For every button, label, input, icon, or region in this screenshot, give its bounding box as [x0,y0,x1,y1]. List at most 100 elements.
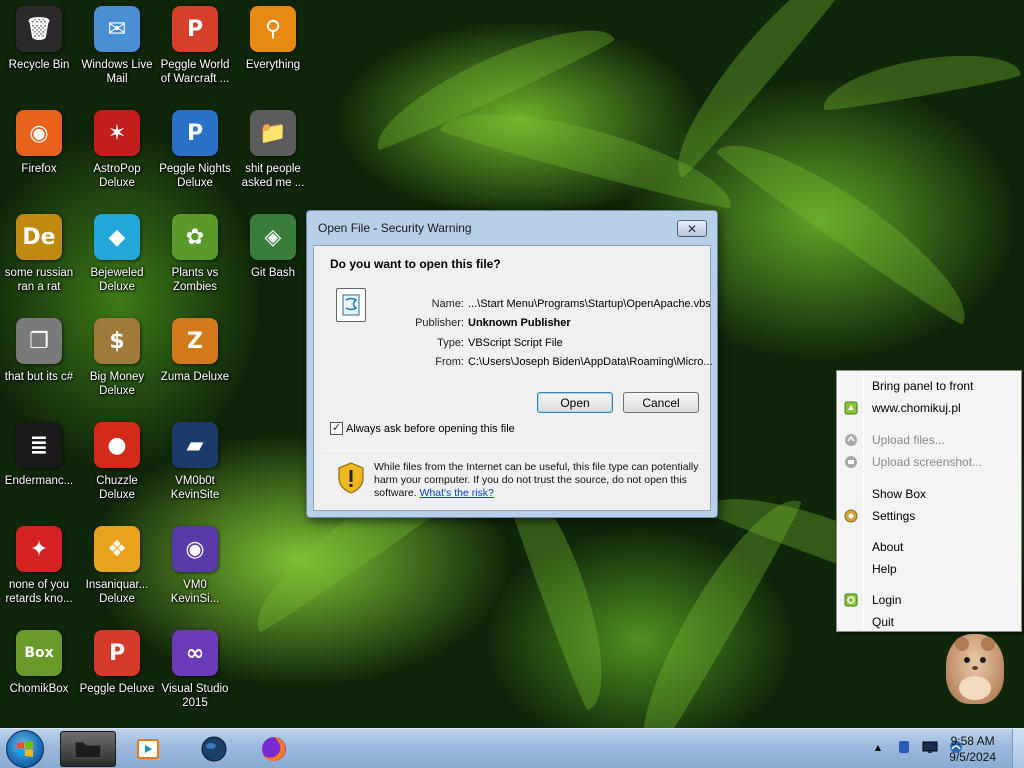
desktop-icon[interactable]: ⚲ Everything [234,2,312,98]
recycle-bin-icon: 🗑 [16,6,62,52]
menu-item-help[interactable]: Help [839,558,1019,580]
bejeweled-icon: ◆ [94,214,140,260]
desktop-icon[interactable]: ∞ Visual Studio 2015 [156,626,234,722]
desktop-icon[interactable]: ❖ Insaniquar... Deluxe [78,522,156,618]
desktop-icon-label: none of you retards kno... [5,579,73,605]
desktop-icon[interactable]: ✶ AstroPop Deluxe [78,106,156,202]
taskbar: ▲ 9:58 AM 9/5/2024 [0,728,1024,768]
cancel-button[interactable]: Cancel [623,392,699,413]
peggle-wow-icon: P [172,6,218,52]
always-ask-checkbox[interactable]: ✓ [330,422,343,435]
close-icon: ✕ [686,221,698,236]
desktop-icon[interactable]: ≣ Endermanc... [0,418,78,514]
whats-the-risk-link[interactable]: What's the risk? [420,487,494,499]
taskbar-globe[interactable] [186,731,242,767]
desktop-icon-label: some russian ran a rat [4,267,74,293]
taskbar-firefox[interactable] [246,731,302,767]
start-button[interactable] [6,730,44,768]
desktop-icon[interactable]: ✦ none of you retards kno... [0,522,78,618]
menu-item-label: www.chomikuj.pl [872,401,961,415]
peggle-deluxe-icon: P [94,630,140,676]
menu-item-label: Quit [872,615,895,629]
menu-item-label: About [872,540,904,554]
login-icon [843,592,859,608]
show-desktop-button[interactable] [1012,729,1024,768]
settings-gear-icon [843,508,859,524]
desktop-icon-label: Peggle Deluxe [79,683,155,695]
desktop-icon[interactable]: ▰ VM0b0t KevinSite [156,418,234,514]
desktop-icon[interactable]: 🗑 Recycle Bin [0,2,78,98]
desktop-icon-label: Bejeweled Deluxe [90,267,144,293]
menu-item-bring-panel-to-front[interactable]: Bring panel to front [839,375,1019,397]
desktop-icon[interactable]: P Peggle Deluxe [78,626,156,722]
tray-expand-arrow-icon[interactable]: ▲ [870,739,886,755]
firefox-file-icon: ◉ [172,526,218,572]
desktop-icon[interactable]: Z Zuma Deluxe [156,314,234,410]
desktop-icon-label: Visual Studio 2015 [161,683,229,709]
desktop-icon[interactable]: P Peggle World of Warcraft ... [156,2,234,98]
tray-monitor-icon[interactable] [922,739,938,755]
menu-item-settings[interactable]: Settings [839,505,1019,527]
warning-text: While files from the Internet can be use… [374,461,704,500]
terminal-icon: ≣ [16,422,62,468]
dialog-title: Open File - Security Warning [318,221,472,235]
desktop-icon-label: Peggle World of Warcraft ... [160,59,230,85]
dialog-body: Do you want to open this file? Name: ...… [313,245,714,511]
menu-item-upload-files: Upload files... [839,429,1019,451]
taskbar-media-player[interactable] [120,731,176,767]
menu-item-label: Bring panel to front [872,379,974,393]
git-bash-icon: ◈ [250,214,296,260]
field-type-key: Type: [437,337,464,349]
field-publisher-row: Publisher: Unknown Publisher [354,317,714,333]
field-type-row: Type: VBScript Script File [354,337,714,353]
desktop-icon[interactable]: De some russian ran a rat [0,210,78,306]
desktop-icon[interactable]: ❐ that but its c# [0,314,78,410]
desktop-icon[interactable]: $ Big Money Deluxe [78,314,156,410]
desktop-icon-label: Endermanc... [4,475,74,487]
field-from-row: From: C:\Users\Joseph Biden\AppData\Roam… [354,356,714,372]
field-from-key: From: [435,356,464,368]
desktop-icon[interactable]: ◉ VM0 KevinSi... [156,522,234,618]
always-ask-row: ✓ Always ask before opening this file [330,422,515,435]
desktop-icon[interactable]: Box ChomikBox [0,626,78,722]
desktop-icon[interactable]: P Peggle Nights Deluxe [156,106,234,202]
folder-icon [74,741,102,759]
menu-item-upload-screenshot: Upload screenshot... [839,451,1019,473]
clock-time: 9:58 AM [950,734,995,748]
desktop-icon[interactable]: ● Chuzzle Deluxe [78,418,156,514]
close-button[interactable]: ✕ [677,220,707,237]
field-publisher-key: Publisher: [415,317,464,329]
windows-stack-icon: ❐ [16,318,62,364]
upload-files-icon [843,432,859,448]
visual-studio-icon: ∞ [172,630,218,676]
everything-search-icon: ⚲ [250,6,296,52]
taskbar-explorer[interactable] [60,731,116,767]
clock-date: 9/5/2024 [949,750,996,764]
tray-chomikbox-icon[interactable] [896,739,912,755]
desktop-icon[interactable]: ✿ Plants vs Zombies [156,210,234,306]
desktop-icon-label: Windows Live Mail [81,59,153,85]
menu-item-login[interactable]: Login [839,589,1019,611]
always-ask-label[interactable]: Always ask before opening this file [346,423,515,435]
desktop-icon[interactable]: ◆ Bejeweled Deluxe [78,210,156,306]
desktop-icon[interactable]: 📁 shit people asked me ... [234,106,312,202]
open-button[interactable]: Open [537,392,613,413]
de-app-icon: De [16,214,62,260]
desktop-icon[interactable]: ✉ Windows Live Mail [78,2,156,98]
menu-item-quit[interactable]: Quit [839,611,1019,633]
chomikbox-context-menu: Bring panel to front www.chomikuj.pl Uploa… [836,370,1022,632]
upload-screenshot-icon [843,454,859,470]
menu-item-label: Show Box [872,487,927,501]
chomik-hamster-mascot[interactable] [946,634,1004,704]
menu-item-show-box[interactable]: Show Box [839,483,1019,505]
menu-item-about[interactable]: About [839,536,1019,558]
plants-vs-zombies-icon: ✿ [172,214,218,260]
menu-item-www-chomikuj-pl[interactable]: www.chomikuj.pl [839,397,1019,419]
taskbar-clock[interactable]: 9:58 AM 9/5/2024 [949,733,996,765]
field-type-value: VBScript Script File [468,337,563,349]
desktop-icon-label: AstroPop Deluxe [93,163,141,189]
desktop-icon[interactable]: ◉ Firefox [0,106,78,202]
desktop-icon[interactable]: ◈ Git Bash [234,210,312,306]
chomikbox-icon: Box [16,630,62,676]
field-name-value: ...\Start Menu\Programs\Startup\OpenApac… [468,298,711,310]
